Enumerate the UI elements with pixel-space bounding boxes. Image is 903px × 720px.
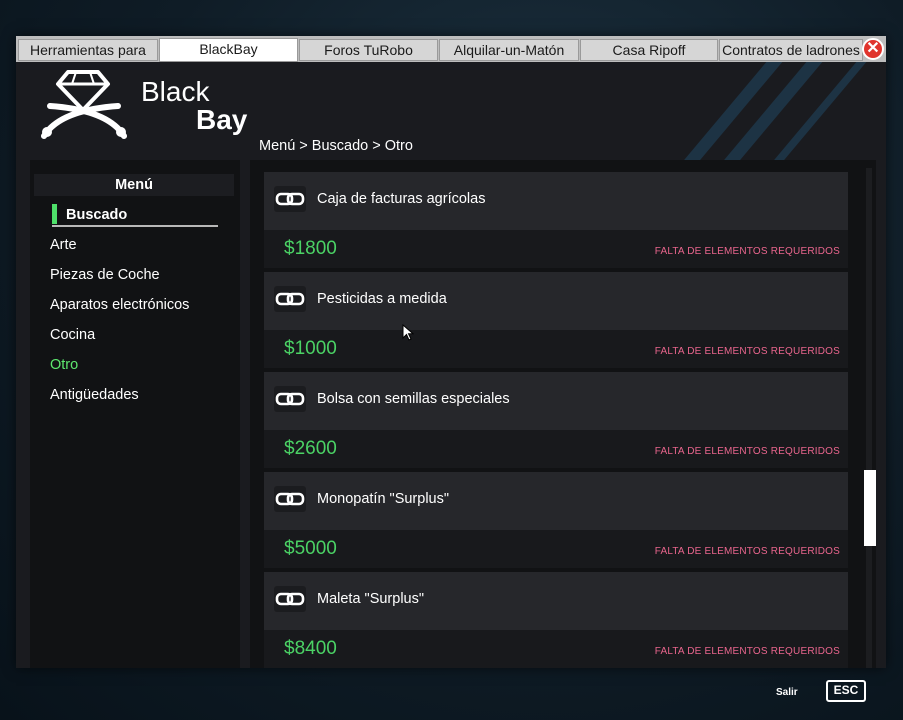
item-status: FALTA DE ELEMENTOS REQUERIDOS <box>654 446 840 457</box>
site-header: Black Bay Menú > Buscado > Otro <box>16 62 886 164</box>
list-item[interactable]: Maleta "Surplus" $8400 FALTA DE ELEMENTO… <box>264 572 848 668</box>
breadcrumb: Menú > Buscado > Otro <box>259 138 413 154</box>
sidebar-item-arte[interactable]: Arte <box>50 234 77 256</box>
item-status: FALTA DE ELEMENTOS REQUERIDOS <box>654 646 840 657</box>
item-name: Caja de facturas agrícolas <box>317 191 486 207</box>
esc-key-button[interactable]: ESC <box>826 680 866 702</box>
tab-foros-turobo[interactable]: Foros TuRobo <box>299 39 438 61</box>
item-price: $8400 <box>284 638 337 659</box>
menu-title: Menú <box>34 174 234 196</box>
list-item[interactable]: Caja de facturas agrícolas $1800 FALTA D… <box>264 172 848 270</box>
list-item[interactable]: Monopatín "Surplus" $5000 FALTA DE ELEME… <box>264 472 848 570</box>
sidebar-item-buscado[interactable]: Buscado <box>66 204 127 226</box>
sidebar-item-piezas-de-coche[interactable]: Piezas de Coche <box>50 264 160 286</box>
close-icon[interactable]: ✕ <box>862 38 884 60</box>
item-price: $1800 <box>284 238 337 259</box>
selected-underline <box>52 225 218 227</box>
item-status: FALTA DE ELEMENTOS REQUERIDOS <box>654 346 840 357</box>
tab-bar: Herramientas para BlackBay Foros TuRobo … <box>16 36 886 62</box>
item-name: Bolsa con semillas especiales <box>317 391 510 407</box>
chain-link-icon <box>274 186 306 212</box>
tab-herramientas[interactable]: Herramientas para <box>18 39 158 61</box>
item-status: FALTA DE ELEMENTOS REQUERIDOS <box>654 546 840 557</box>
tab-contratos-de-ladrones[interactable]: Contratos de ladrones <box>719 39 863 61</box>
diamond-crossed-swords-icon <box>41 70 127 139</box>
item-name: Maleta "Surplus" <box>317 591 425 607</box>
list-item[interactable]: Bolsa con semillas especiales $2600 FALT… <box>264 372 848 470</box>
item-price: $1000 <box>284 338 337 359</box>
chain-link-icon <box>274 286 306 312</box>
item-price: $2600 <box>284 438 337 459</box>
tab-alquilar-un-maton[interactable]: Alquilar-un-Matón <box>439 39 579 61</box>
tab-blackbay[interactable]: BlackBay <box>159 38 298 62</box>
browser-window: Herramientas para BlackBay Foros TuRobo … <box>16 36 886 668</box>
sidebar-item-aparatos-electronicos[interactable]: Aparatos electrónicos <box>50 294 189 316</box>
sidebar-item-cocina[interactable]: Cocina <box>50 324 95 346</box>
chain-link-icon <box>274 486 306 512</box>
exit-label: Salir <box>776 687 798 698</box>
listing-panel: Caja de facturas agrícolas $1800 FALTA D… <box>250 160 876 668</box>
chain-link-icon <box>274 386 306 412</box>
sidebar-menu: Menú Buscado Arte Piezas de Coche Aparat… <box>30 160 240 668</box>
chain-link-icon <box>274 586 306 612</box>
tab-casa-ripoff[interactable]: Casa Ripoff <box>580 39 718 61</box>
scrollbar-track[interactable] <box>866 168 872 668</box>
item-name: Monopatín "Surplus" <box>317 491 450 507</box>
sidebar-item-antiguedades[interactable]: Antigüedades <box>50 384 139 406</box>
selected-indicator <box>52 204 57 224</box>
item-price: $5000 <box>284 538 337 559</box>
brand-name-line2: Bay <box>196 104 248 135</box>
item-status: FALTA DE ELEMENTOS REQUERIDOS <box>654 246 840 257</box>
scrollbar-thumb[interactable] <box>864 470 876 546</box>
mouse-cursor-icon <box>402 324 414 341</box>
list-item[interactable]: Pesticidas a medida $1000 FALTA DE ELEME… <box>264 272 848 370</box>
item-name: Pesticidas a medida <box>317 291 447 307</box>
sidebar-item-otro[interactable]: Otro <box>50 354 78 376</box>
